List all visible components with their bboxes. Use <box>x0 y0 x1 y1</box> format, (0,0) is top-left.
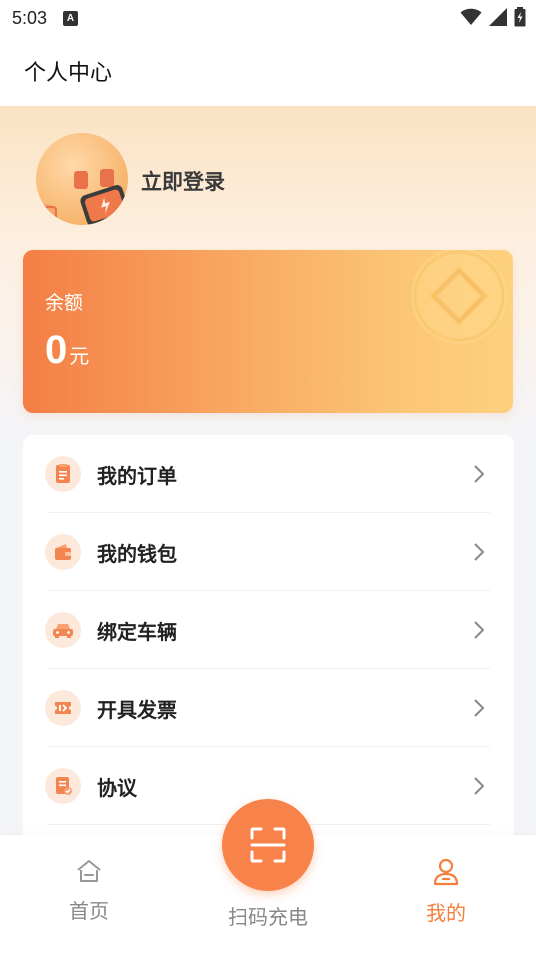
status-time: 5:03 <box>12 7 48 28</box>
coin-decoration-icon <box>411 250 507 344</box>
menu-item-invoice[interactable]: 开具发票 <box>23 669 514 747</box>
tab-home-label: 首页 <box>69 899 109 923</box>
home-icon <box>77 860 101 882</box>
menu-item-label: 开具发票 <box>97 697 177 722</box>
agreement-icon <box>45 768 81 804</box>
status-icons <box>460 7 526 27</box>
menu-item-orders[interactable]: 我的订单 <box>23 435 514 513</box>
chevron-right-icon <box>474 777 485 795</box>
wallet-icon <box>45 534 81 570</box>
menu-card: 我的订单 我的钱包 绑定车辆 开具发票 协议 <box>23 435 514 855</box>
chevron-right-icon <box>474 699 485 717</box>
menu-item-label: 绑定车辆 <box>97 619 177 644</box>
user-icon <box>433 858 459 886</box>
battery-icon <box>514 7 526 27</box>
page-title: 个人中心 <box>24 61 113 86</box>
menu-item-bind-vehicle[interactable]: 绑定车辆 <box>23 591 514 669</box>
tab-scan-label: 扫码充电 <box>228 905 308 929</box>
invoice-icon <box>45 690 81 726</box>
login-link[interactable]: 立即登录 <box>141 166 225 196</box>
chevron-right-icon <box>474 543 485 561</box>
avatar[interactable] <box>36 133 128 225</box>
scan-icon <box>250 827 286 863</box>
balance-amount: 0 <box>45 328 68 372</box>
chevron-right-icon <box>474 465 485 483</box>
balance-value: 0 元 <box>45 328 89 373</box>
avatar-mascot-icon <box>38 169 128 225</box>
menu-item-label: 协议 <box>97 775 137 800</box>
app-header: 个人中心 <box>0 36 536 106</box>
wifi-icon <box>460 8 482 25</box>
order-list-icon <box>45 456 81 492</box>
signal-icon <box>489 8 507 26</box>
menu-item-label: 我的钱包 <box>97 541 177 566</box>
notification-icon: A <box>63 10 79 26</box>
balance-unit: 元 <box>69 344 90 368</box>
status-bar: 5:03 A <box>0 0 536 36</box>
tab-mine[interactable]: 我的 <box>407 857 485 926</box>
tab-home[interactable]: 首页 <box>50 857 128 924</box>
menu-item-wallet[interactable]: 我的钱包 <box>23 513 514 591</box>
car-icon <box>45 612 81 648</box>
scan-charge-button[interactable] <box>222 799 314 891</box>
menu-item-label: 我的订单 <box>97 463 177 488</box>
tab-mine-label: 我的 <box>426 901 466 925</box>
balance-label: 余额 <box>45 292 84 314</box>
balance-card[interactable]: 余额 0 元 <box>23 250 513 413</box>
chevron-right-icon <box>474 621 485 639</box>
